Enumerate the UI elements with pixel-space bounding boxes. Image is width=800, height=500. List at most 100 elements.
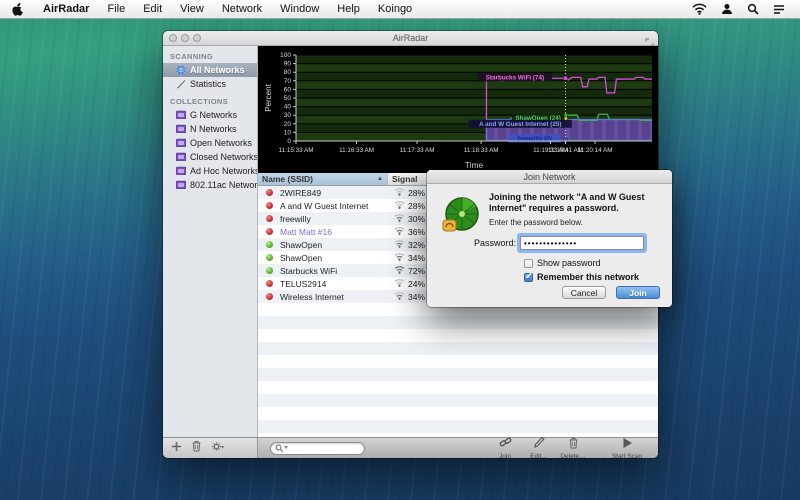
menu-window[interactable]: Window bbox=[271, 0, 328, 19]
sidebar-item-label: Ad Hoc Networks bbox=[190, 166, 258, 176]
svg-text:11:18:33 AM: 11:18:33 AM bbox=[464, 147, 499, 154]
delete-button[interactable]: Delete… bbox=[556, 438, 590, 458]
search-input[interactable] bbox=[290, 444, 360, 453]
network-status-cell bbox=[258, 228, 280, 235]
wifi-icon[interactable] bbox=[685, 3, 714, 15]
signal-cell: 30% bbox=[388, 213, 425, 224]
cancel-button[interactable]: Cancel bbox=[562, 286, 606, 299]
toolbar-buttons: JoinEdit…Delete… Start Scan bbox=[488, 438, 658, 458]
signal-cell: 24% bbox=[388, 278, 425, 289]
sidebar-item-closed-networks[interactable]: Closed Networks bbox=[163, 150, 257, 164]
svg-text:70: 70 bbox=[284, 78, 292, 85]
search-field[interactable] bbox=[270, 442, 365, 455]
plus-button[interactable] bbox=[171, 439, 182, 457]
collection-icon bbox=[176, 166, 186, 176]
sidebar-item-all-networks[interactable]: All Networks bbox=[163, 63, 257, 77]
bottom-toolbar: JoinEdit…Delete… Start Scan bbox=[163, 437, 658, 458]
start-scan-button[interactable]: Start Scan bbox=[604, 438, 650, 458]
show-password-checkbox[interactable] bbox=[524, 259, 533, 268]
password-label: Password: bbox=[427, 238, 520, 248]
password-row: Password: bbox=[427, 236, 672, 250]
signal-percent: 24% bbox=[408, 279, 425, 289]
collection-icon bbox=[176, 138, 186, 148]
menu-edit[interactable]: Edit bbox=[134, 0, 171, 19]
collection-icon bbox=[176, 124, 186, 134]
menu-view[interactable]: View bbox=[171, 0, 213, 19]
menubar-status-icons bbox=[685, 3, 792, 15]
sidebar-item-label: Closed Networks bbox=[190, 152, 258, 162]
green-status-dot-icon bbox=[266, 241, 273, 248]
network-status-cell bbox=[258, 189, 280, 196]
sidebar-item-n-networks[interactable]: N Networks bbox=[163, 122, 257, 136]
trash-button[interactable] bbox=[191, 439, 202, 457]
empty-table-row bbox=[258, 407, 658, 420]
menu-items: AirRadarFileEditViewNetworkWindowHelpKoi… bbox=[34, 0, 421, 19]
remember-network-checkbox[interactable] bbox=[524, 273, 533, 282]
signal-cell: 34% bbox=[388, 291, 425, 302]
svg-text:10: 10 bbox=[284, 129, 292, 136]
join-network-dialog: Join Network Joining the network "A and … bbox=[427, 170, 672, 307]
user-icon[interactable] bbox=[714, 3, 740, 15]
network-status-cell bbox=[258, 293, 280, 300]
apple-menu-icon[interactable] bbox=[12, 2, 24, 16]
network-name: Starbucks WiFi bbox=[280, 266, 388, 276]
signal-percent: 34% bbox=[408, 292, 425, 302]
signal-cell: 28% bbox=[388, 200, 425, 211]
sidebar-item-statistics[interactable]: Statistics bbox=[163, 77, 257, 91]
join-button[interactable]: Join bbox=[488, 438, 522, 458]
notification-center-icon[interactable] bbox=[766, 3, 792, 15]
sidebar-item-802-11ac-networks[interactable]: 802.11ac Networks bbox=[163, 178, 257, 192]
svg-text:60: 60 bbox=[284, 86, 292, 93]
menu-network[interactable]: Network bbox=[213, 0, 271, 19]
show-password-row[interactable]: Show password bbox=[524, 258, 601, 268]
menu-bar: AirRadarFileEditViewNetworkWindowHelpKoi… bbox=[0, 0, 800, 19]
sidebar-item-label: N Networks bbox=[190, 124, 237, 134]
window-titlebar[interactable]: AirRadar bbox=[163, 31, 658, 46]
signal-cell: 28% bbox=[388, 187, 425, 198]
network-name: freewilly bbox=[280, 214, 388, 224]
dialog-titlebar[interactable]: Join Network bbox=[427, 170, 672, 184]
wifi-signal-icon bbox=[394, 252, 405, 263]
sidebar-footer bbox=[163, 438, 258, 458]
signal-percent: 72% bbox=[408, 266, 425, 276]
remember-network-row[interactable]: Remember this network bbox=[524, 272, 639, 282]
menu-airradar[interactable]: AirRadar bbox=[34, 0, 98, 19]
red-status-dot-icon bbox=[266, 189, 273, 196]
wifi-signal-icon bbox=[394, 226, 405, 237]
svg-text:11:20:14 AM: 11:20:14 AM bbox=[578, 147, 613, 154]
red-status-dot-icon bbox=[266, 228, 273, 235]
network-name: 2WIRE849 bbox=[280, 188, 388, 198]
sidebar-item-label: All Networks bbox=[190, 65, 245, 75]
search-icon bbox=[275, 444, 283, 453]
sidebar-item-g-networks[interactable]: G Networks bbox=[163, 108, 257, 122]
wifi-signal-icon bbox=[394, 265, 405, 276]
spotlight-icon[interactable] bbox=[740, 3, 766, 15]
menu-koingo[interactable]: Koingo bbox=[369, 0, 421, 19]
menu-help[interactable]: Help bbox=[328, 0, 369, 19]
join-button[interactable]: Join bbox=[616, 286, 660, 299]
gear-button[interactable] bbox=[211, 439, 224, 457]
column-header-name[interactable]: Name (SSID) ▲ bbox=[258, 173, 388, 185]
red-status-dot-icon bbox=[266, 293, 273, 300]
network-status-cell bbox=[258, 254, 280, 261]
password-field[interactable] bbox=[520, 236, 644, 250]
dialog-buttons: Cancel Join bbox=[562, 286, 660, 299]
svg-text:11:15:33 AM: 11:15:33 AM bbox=[279, 147, 314, 154]
signal-cell: 36% bbox=[388, 226, 425, 237]
sidebar-item-open-networks[interactable]: Open Networks bbox=[163, 136, 257, 150]
svg-text:Time: Time bbox=[465, 160, 484, 170]
empty-table-row bbox=[258, 316, 658, 329]
svg-text:A and W Guest Internet (25): A and W Guest Internet (25) bbox=[479, 121, 561, 128]
wifi-signal-icon bbox=[394, 200, 405, 211]
menu-file[interactable]: File bbox=[98, 0, 134, 19]
sidebar-item-ad-hoc-networks[interactable]: Ad Hoc Networks bbox=[163, 164, 257, 178]
network-name: A and W Guest Internet bbox=[280, 201, 388, 211]
red-status-dot-icon bbox=[266, 202, 273, 209]
sidebar-item-label: Open Networks bbox=[190, 138, 252, 148]
empty-table-row bbox=[258, 381, 658, 394]
window-title: AirRadar bbox=[163, 33, 658, 43]
sidebar-item-label: 802.11ac Networks bbox=[190, 180, 258, 190]
edit-button[interactable]: Edit… bbox=[522, 438, 556, 458]
empty-table-row bbox=[258, 420, 658, 433]
svg-text:0: 0 bbox=[287, 138, 291, 145]
